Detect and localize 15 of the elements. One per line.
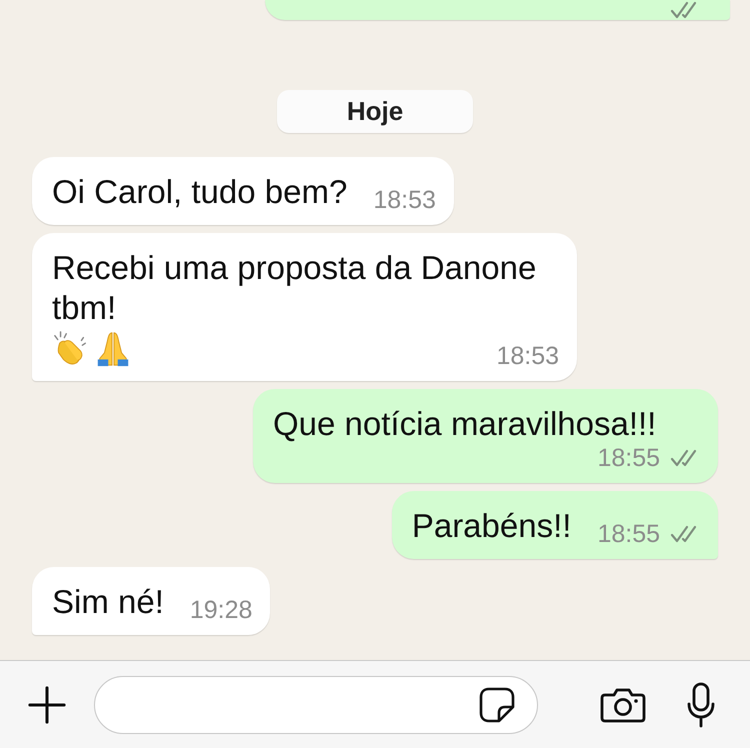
message-text: Recebi uma proposta da Danone tbm! bbox=[52, 249, 536, 326]
message-time: 19:28 bbox=[190, 596, 252, 624]
message-text: Oi Carol, tudo bem? bbox=[52, 173, 348, 210]
plus-icon[interactable] bbox=[28, 686, 66, 724]
date-label: Hoje bbox=[276, 90, 474, 133]
sticker-icon[interactable] bbox=[479, 686, 515, 722]
message-time: 18:55 bbox=[597, 444, 660, 472]
message-time: 18:55 bbox=[597, 520, 660, 548]
message-text: Parabéns!! bbox=[412, 507, 572, 544]
message-time: 18:53 bbox=[373, 186, 436, 214]
message-text: Sim né! bbox=[52, 583, 164, 620]
camera-icon[interactable] bbox=[600, 686, 646, 722]
message-text: Que notícia maravilhosa!!! bbox=[273, 405, 656, 442]
message-time: 18:53 bbox=[496, 342, 559, 370]
microphone-icon[interactable] bbox=[687, 682, 715, 728]
